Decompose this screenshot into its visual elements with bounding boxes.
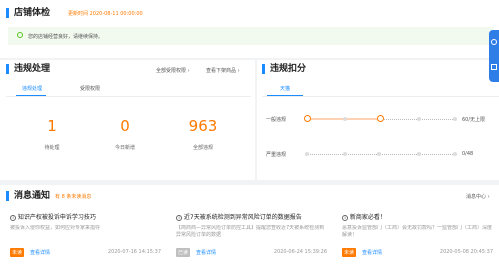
restricted-link[interactable]: 全部受限权限 › — [156, 67, 190, 74]
notice-body: 【简商商—异常风险订单防控工具】提醒您查收近7天被系统检测到异常风险订单的数据 — [176, 225, 325, 238]
view-details-link[interactable]: 查看详情 — [196, 249, 216, 256]
notice-title[interactable]: 近7天被系统检测到异常风险订单的数据报告 — [184, 214, 302, 221]
tab-divider — [6, 96, 251, 97]
notice-title-row: i 知识产权被投诉申诉学习技巧 — [10, 212, 96, 221]
info-icon: i — [10, 214, 16, 221]
stat-total-label: 全部违规 — [192, 145, 213, 151]
violation-panel: 违规处理 全部受限权限 › 查看下架商品 › 违规处理 受限权限 1 待处理 0… — [0, 60, 255, 180]
notice-body: 被投诉入侵你权益，如何应对专家来指导 — [10, 225, 101, 231]
serious-violation-marker-2 — [377, 152, 381, 156]
notice-time: 2020-05-08 20:45:37 — [439, 249, 493, 255]
general-violation-current-handle — [377, 115, 384, 122]
unread-badge: 未读 — [10, 248, 25, 257]
tab-tmall[interactable]: 天猫 — [280, 85, 290, 92]
tab-restricted[interactable]: 受限权限 — [80, 85, 100, 92]
check-icon — [17, 32, 23, 38]
status-banner: 您的店铺经营良好，请继续保持。 — [8, 27, 494, 45]
feedback-icon[interactable] — [491, 64, 497, 70]
general-violation-marker-1 — [343, 117, 347, 121]
score-panel: 违规扣分 天猫 一般违规 60/无上限 严重违规 0/48 — [257, 60, 499, 180]
serious-violation-label: 严重违规 — [266, 152, 287, 158]
score-tab-divider — [262, 96, 499, 97]
serious-violation-marker-4 — [453, 152, 457, 156]
serious-violation-value: 0/48 — [462, 151, 474, 157]
store-check-title: 店铺体检 — [6, 8, 50, 18]
general-violation-marker-2 — [417, 117, 421, 121]
notice-title-row: i 新商家必看！ — [342, 212, 386, 221]
notice-card-3[interactable]: i 新商家必看！ 恶意投诉监管部门（工商）会无故罚款吗？一监管部门（工商）深度解… — [342, 208, 497, 264]
info-icon: i — [176, 214, 182, 221]
notices-title: 消息通知 — [6, 191, 50, 201]
read-badge: 已读 — [176, 248, 191, 257]
serious-violation-marker-1 — [343, 152, 347, 156]
serious-violation-marker-3 — [417, 152, 421, 156]
service-icon[interactable] — [491, 39, 497, 45]
tab-violation[interactable]: 违规处理 — [22, 85, 42, 92]
unread-count[interactable]: 有 8 条未读消息 — [55, 193, 91, 200]
notice-time: 2020-07-16 14:15:37 — [107, 249, 161, 255]
score-title: 违规扣分 — [262, 64, 306, 74]
general-violation-label: 一般违规 — [266, 117, 287, 123]
delisted-link[interactable]: 查看下架商品 › — [206, 67, 240, 74]
notice-title-row: i 近7天被系统检测到异常风险订单的数据报告 — [176, 212, 302, 221]
view-details-link[interactable]: 查看详情 — [362, 249, 382, 256]
floating-toolbar — [489, 30, 499, 82]
notice-body: 恶意投诉监管部门（工商）会无故罚款吗？一监管部门（工商）深度解读！ — [342, 225, 492, 238]
serious-violation-track — [307, 154, 457, 155]
stat-today-label: 今日新增 — [114, 145, 135, 151]
view-details-link[interactable]: 查看详情 — [30, 249, 50, 256]
violation-title: 违规处理 — [6, 64, 50, 74]
notice-card-1[interactable]: i 知识产权被投诉申诉学习技巧 被投诉入侵你权益，如何应对专家来指导 未读 查看… — [10, 208, 165, 264]
stat-pending-value[interactable]: 1 — [32, 117, 72, 135]
general-violation-start-handle — [304, 115, 311, 122]
notice-title[interactable]: 知识产权被投诉申诉学习技巧 — [18, 214, 96, 221]
status-message: 您的店铺经营良好，请继续保持。 — [28, 34, 104, 40]
notice-card-2[interactable]: i 近7天被系统检测到异常风险订单的数据报告 【简商商—异常风险订单防控工具】提… — [176, 208, 331, 264]
info-icon: i — [342, 214, 348, 221]
message-center-link[interactable]: 消息中心 › — [466, 193, 490, 200]
general-violation-marker-3 — [453, 117, 457, 121]
notice-time: 2020-06-24 15:39:26 — [273, 249, 327, 255]
unread-badge: 未读 — [342, 248, 357, 257]
stat-pending-label: 待处理 — [44, 145, 60, 151]
update-time: 更新时间 2020-08-11 00:00:00 — [68, 11, 143, 17]
notice-title[interactable]: 新商家必看！ — [350, 214, 386, 221]
store-check-panel: 店铺体检 更新时间 2020-08-11 00:00:00 您的店铺经营良好，请… — [0, 0, 499, 58]
stat-today-value[interactable]: 0 — [105, 117, 145, 135]
general-violation-value: 60/无上限 — [462, 117, 486, 123]
stat-total-value[interactable]: 963 — [183, 117, 223, 135]
serious-violation-marker-0 — [305, 152, 309, 156]
